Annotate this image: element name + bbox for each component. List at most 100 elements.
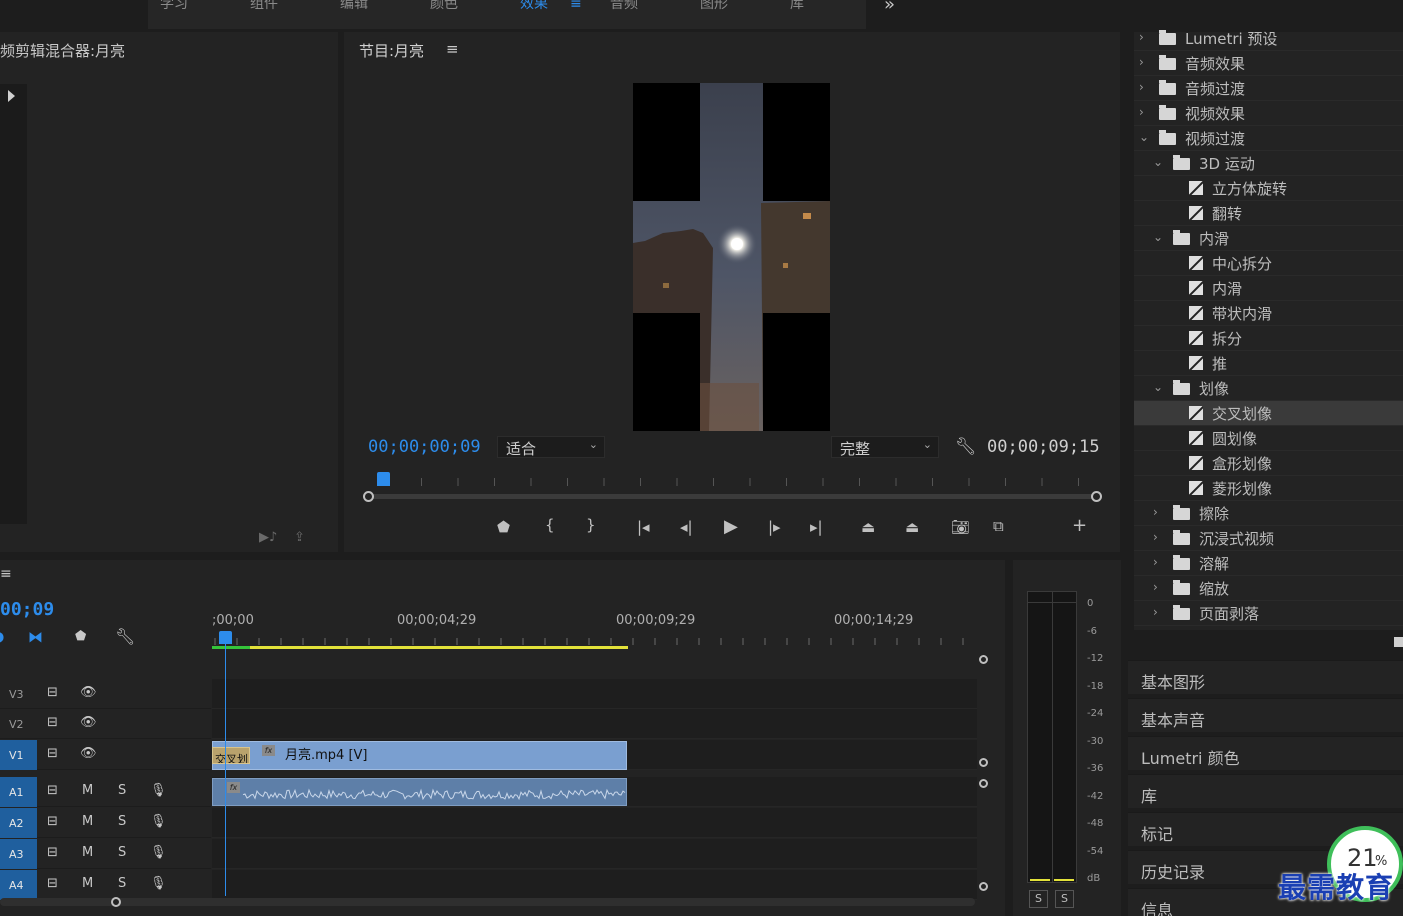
step-forward-icon[interactable]: |▸ bbox=[768, 518, 781, 536]
tab-effects[interactable]: 效果 bbox=[520, 0, 548, 13]
tab-learn[interactable]: 学习 bbox=[160, 0, 188, 13]
sync-lock-icon[interactable]: ⊟ bbox=[47, 685, 58, 700]
lift-icon[interactable]: ⏏ bbox=[861, 518, 875, 536]
sync-lock-icon[interactable]: ⊟ bbox=[47, 876, 58, 891]
mute-button[interactable]: M bbox=[82, 845, 93, 860]
sync-lock-icon[interactable]: ⊟ bbox=[47, 814, 58, 829]
program-time-ruler[interactable] bbox=[365, 470, 1100, 490]
solo-button[interactable]: S bbox=[118, 814, 126, 829]
play-icon[interactable]: ▶ bbox=[724, 516, 738, 537]
chevron-down-icon[interactable]: ⌄ bbox=[1153, 230, 1163, 244]
cross-iris-transition[interactable]: 交叉划 bbox=[212, 747, 250, 764]
effects-folder[interactable]: › 音频过渡 bbox=[1134, 76, 1403, 101]
mute-button[interactable]: M bbox=[82, 876, 93, 891]
eye-icon[interactable]: 👁︎ bbox=[80, 685, 97, 700]
track-lane[interactable] bbox=[212, 679, 977, 709]
step-back-icon[interactable]: ◂| bbox=[680, 518, 693, 536]
sync-lock-icon[interactable]: ⊟ bbox=[47, 845, 58, 860]
video-clip[interactable]: fx 月亮.mp4 [V] bbox=[212, 741, 627, 770]
effects-folder[interactable]: ⌄ 划像 bbox=[1134, 376, 1403, 401]
chevron-right-icon[interactable]: › bbox=[1153, 555, 1158, 569]
panel-essential-graphics[interactable]: 基本图形 bbox=[1128, 660, 1403, 694]
tab-audio[interactable]: 音频 bbox=[610, 0, 638, 13]
effect-item[interactable]: 菱形划像 bbox=[1134, 476, 1403, 501]
effect-item[interactable]: 盒形划像 bbox=[1134, 451, 1403, 476]
eye-icon[interactable]: 👁︎ bbox=[80, 746, 97, 761]
program-menu-icon[interactable]: ≡ bbox=[446, 40, 459, 58]
timeline-playhead[interactable] bbox=[219, 631, 232, 644]
track-target[interactable]: A4 bbox=[0, 870, 37, 900]
eye-icon[interactable]: 👁︎ bbox=[80, 715, 97, 730]
timeline-current-time[interactable]: 00;09 bbox=[0, 599, 54, 620]
effects-folder[interactable]: › 视频效果 bbox=[1134, 101, 1403, 126]
track-header[interactable]: A2 ⊟ M S 🎙︎ bbox=[0, 808, 211, 838]
tab-color[interactable]: 颜色 bbox=[430, 0, 458, 13]
track-target[interactable]: A1 bbox=[0, 777, 37, 807]
add-marker-icon[interactable]: ⬟ bbox=[75, 629, 86, 644]
fx-badge[interactable]: fx bbox=[262, 745, 275, 756]
fit-dropdown[interactable]: 适合 ⌄ bbox=[497, 436, 605, 458]
go-to-out-icon[interactable]: ▸| bbox=[810, 518, 823, 536]
new-bin-icon[interactable] bbox=[1394, 637, 1403, 647]
chevron-right-icon[interactable]: › bbox=[1153, 605, 1158, 619]
program-playhead[interactable] bbox=[377, 472, 390, 486]
panel-lumetri-color[interactable]: Lumetri 颜色 bbox=[1128, 736, 1403, 770]
track-lane[interactable] bbox=[212, 709, 977, 739]
track-header[interactable]: A3 ⊟ M S 🎙︎ bbox=[0, 839, 211, 869]
expand-triangle-icon[interactable] bbox=[8, 90, 15, 102]
effect-item[interactable]: 推 bbox=[1134, 351, 1403, 376]
mixer-link-icon[interactable]: ▶♪ bbox=[259, 530, 277, 545]
effect-item[interactable]: 拆分 bbox=[1134, 326, 1403, 351]
chevron-right-icon[interactable]: › bbox=[1139, 55, 1144, 69]
work-area-bar[interactable] bbox=[212, 646, 628, 649]
more-workspaces-icon[interactable]: » bbox=[884, 0, 895, 15]
mark-out-icon[interactable]: } bbox=[586, 516, 596, 534]
zoom-scrollbar[interactable] bbox=[368, 494, 1096, 499]
mixer-export-icon[interactable]: ⇪ bbox=[294, 530, 305, 545]
effects-folder[interactable]: › 溶解 bbox=[1134, 551, 1403, 576]
track-lane[interactable] bbox=[212, 870, 977, 900]
video-scroll-handle-top[interactable] bbox=[979, 655, 988, 664]
audio-scroll-handle-top[interactable] bbox=[979, 779, 988, 788]
effect-item[interactable]: 交叉划像 bbox=[1134, 401, 1403, 426]
video-scroll-handle-bottom[interactable] bbox=[979, 758, 988, 767]
microphone-icon[interactable]: 🎙︎ bbox=[150, 783, 167, 798]
chevron-right-icon[interactable]: › bbox=[1153, 530, 1158, 544]
effect-item[interactable]: 中心拆分 bbox=[1134, 251, 1403, 276]
effects-folder[interactable]: › 缩放 bbox=[1134, 576, 1403, 601]
timeline-horizontal-scrollbar[interactable] bbox=[0, 898, 975, 906]
zoom-handle-left[interactable] bbox=[363, 491, 374, 502]
audio-clip[interactable]: fx bbox=[212, 778, 627, 806]
chevron-down-icon[interactable]: ⌄ bbox=[1139, 130, 1149, 144]
chevron-right-icon[interactable]: › bbox=[1139, 30, 1144, 44]
mute-button[interactable]: M bbox=[82, 814, 93, 829]
add-button-icon[interactable]: + bbox=[1072, 515, 1087, 536]
timeline-menu-icon[interactable]: ≡ bbox=[0, 566, 12, 582]
panel-essential-sound[interactable]: 基本声音 bbox=[1128, 698, 1403, 732]
chevron-right-icon[interactable]: › bbox=[1153, 505, 1158, 519]
microphone-icon[interactable]: 🎙︎ bbox=[150, 845, 167, 860]
program-current-time[interactable]: 00;00;00;09 bbox=[368, 437, 481, 457]
track-header[interactable]: V1 ⊟ 👁︎ bbox=[0, 740, 211, 770]
track-header[interactable]: A4 ⊟ M S 🎙︎ bbox=[0, 870, 211, 900]
microphone-icon[interactable]: 🎙︎ bbox=[150, 876, 167, 891]
track-lane[interactable] bbox=[212, 808, 977, 838]
track-header[interactable]: V3 ⊟ 👁︎ bbox=[0, 679, 211, 709]
snap-icon[interactable]: ◗ bbox=[0, 629, 4, 645]
effects-folder[interactable]: ⌄ 内滑 bbox=[1134, 226, 1403, 251]
chevron-down-icon[interactable]: ⌄ bbox=[1153, 155, 1163, 169]
chevron-right-icon[interactable]: › bbox=[1139, 80, 1144, 94]
sync-lock-icon[interactable]: ⊟ bbox=[47, 746, 58, 761]
track-target[interactable]: V1 bbox=[0, 740, 37, 770]
video-preview[interactable] bbox=[633, 83, 830, 431]
zoom-handle-right[interactable] bbox=[1091, 491, 1102, 502]
linked-selection-icon[interactable]: ⧓ bbox=[28, 628, 43, 646]
mark-in-icon[interactable]: { bbox=[545, 516, 555, 534]
quality-dropdown[interactable]: 完整 ⌄ bbox=[831, 436, 939, 458]
solo-button[interactable]: S bbox=[118, 783, 126, 798]
timeline-settings-wrench-icon[interactable]: 🔧︎ bbox=[115, 627, 135, 646]
effect-item[interactable]: 内滑 bbox=[1134, 276, 1403, 301]
track-lane[interactable] bbox=[212, 839, 977, 869]
tab-assembly[interactable]: 组件 bbox=[250, 0, 278, 13]
track-target[interactable]: A2 bbox=[0, 808, 37, 838]
